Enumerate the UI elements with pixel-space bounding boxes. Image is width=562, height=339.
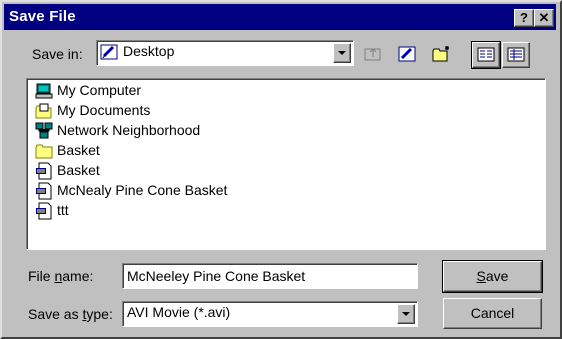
file-name-input[interactable]: McNeeley Pine Cone Basket [122,263,418,289]
save-in-combo[interactable]: Desktop [96,40,354,66]
save-as-type-combo[interactable]: AVI Movie (*.avi) [122,301,418,327]
list-view-button[interactable] [471,41,501,69]
cancel-button[interactable]: Cancel [443,298,542,329]
folder-icon [35,142,53,160]
save-in-label: Save in: [32,46,83,62]
save-button[interactable]: Save [442,260,543,293]
avi-file-icon [35,162,53,180]
save-in-value: Desktop [123,43,175,59]
new-folder-button[interactable] [428,42,454,66]
title-bar[interactable]: Save File ? ✕ [4,4,556,30]
help-button[interactable]: ? [514,9,534,27]
list-item-label: Basket [57,162,100,178]
save-as-type-dropdown-button[interactable] [397,304,415,324]
documents-folder-icon [35,102,53,120]
save-in-dropdown-button[interactable] [333,43,351,63]
file-name-label: File name: [28,268,94,284]
file-name-value: McNeeley Pine Cone Basket [127,268,306,284]
desktop-icon [100,43,118,64]
list-item-label: ttt [57,202,69,218]
chevron-down-icon [402,312,410,316]
list-item-label: Network Neighborhood [57,122,201,138]
details-view-button[interactable] [502,42,530,68]
save-as-type-label: Save as type: [28,306,113,322]
list-item-label: Basket [57,142,100,158]
go-to-desktop-button[interactable] [394,42,420,66]
close-button[interactable]: ✕ [534,9,554,27]
up-one-level-button[interactable] [360,42,386,66]
computer-icon [35,82,53,100]
list-item-label: My Documents [57,102,151,118]
save-as-type-value: AVI Movie (*.avi) [127,304,231,320]
avi-file-icon [35,182,53,200]
list-item-label: My Computer [57,82,142,98]
avi-file-icon [35,202,53,220]
save-file-dialog: Save File ? ✕ Save in: Desktop My Comput… [0,0,562,339]
dialog-title: Save File [9,8,76,25]
save-in-label-text: Save in: [32,46,83,62]
list-item-label: McNealy Pine Cone Basket [57,182,228,198]
network-icon [35,122,53,140]
file-list[interactable]: My Computer My Documents Network Neighbo… [26,78,546,250]
chevron-down-icon [338,51,346,55]
